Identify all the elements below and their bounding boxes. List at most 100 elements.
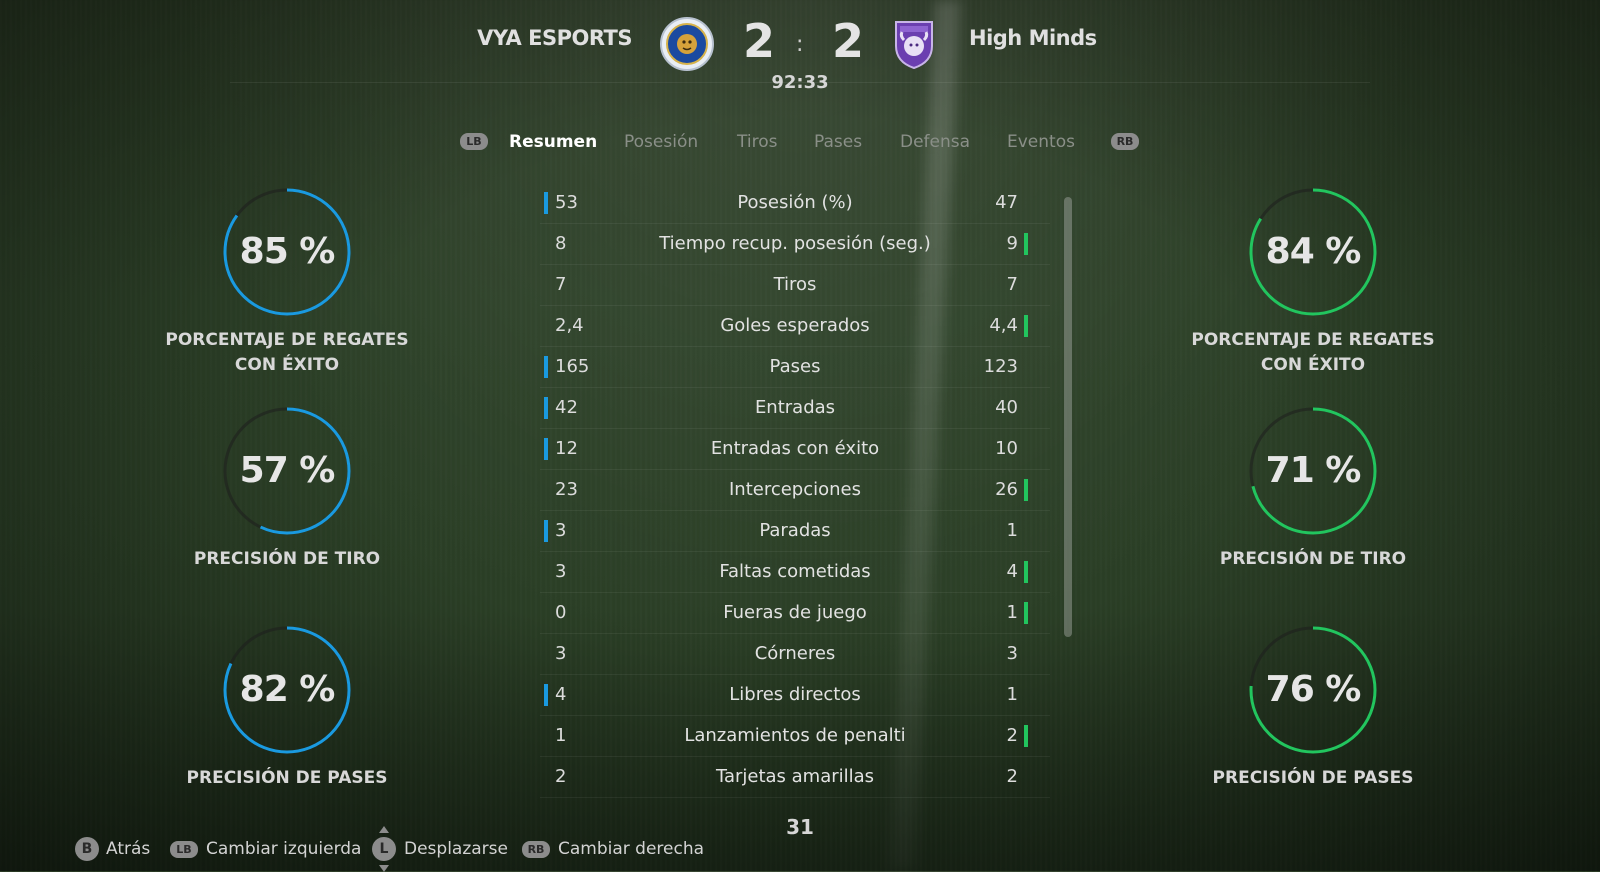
left-stick-icon: L <box>372 826 396 872</box>
gauge-label: PORCENTAJE DE REGATES CON ÉXITO <box>1191 330 1435 375</box>
scroll-label: Desplazarse <box>404 839 508 859</box>
stat-label: Tiempo recup. posesión (seg.) <box>659 233 931 254</box>
away-leader-bar <box>1024 561 1028 583</box>
stat-label: Tiros <box>773 274 817 295</box>
stats-table[interactable]: 53 Posesión (%) 47 8 Tiempo recup. posesión … <box>540 183 1055 803</box>
away-leader-bar <box>1024 725 1028 747</box>
stat-row: 12 Entradas con éxito 10 <box>540 429 1050 470</box>
tab-eventos[interactable]: Eventos <box>1007 132 1075 152</box>
away-stat-value: 4 <box>1006 561 1018 582</box>
away-leader-bar <box>1024 479 1028 501</box>
away-stat-value: 26 <box>995 479 1018 500</box>
away-leader-bar <box>1024 233 1028 255</box>
home-leader-bar <box>544 684 548 706</box>
home-leader-bar <box>544 397 548 419</box>
home-leader-bar <box>544 438 548 460</box>
home-leader-bar <box>544 356 548 378</box>
stat-label: Entradas con éxito <box>710 438 880 459</box>
away-stat-value: 7 <box>1006 274 1018 295</box>
stat-label: Libres directos <box>729 684 861 705</box>
home-stat-value: 42 <box>555 397 578 418</box>
stat-label: Goles esperados <box>720 315 870 336</box>
switch-left-label: Cambiar izquierda <box>206 839 362 859</box>
tab-tiros[interactable]: Tiros <box>737 132 777 152</box>
home-stat-value: 8 <box>555 233 567 254</box>
progress-ring: 76 % <box>1247 624 1379 756</box>
stat-row: 1 Lanzamientos de penalti 2 <box>540 716 1050 757</box>
away-stat-value: 47 <box>995 192 1018 213</box>
gauge-value: 85 % <box>239 231 336 272</box>
stats-scrollbar[interactable] <box>1064 197 1072 637</box>
stat-row: 2,4 Goles esperados 4,4 <box>540 306 1050 347</box>
gauge-value: 84 % <box>1265 231 1362 272</box>
home-stat-value: 2 <box>555 766 567 787</box>
home-stat-value: 12 <box>555 438 578 459</box>
away-score: 2 <box>832 14 865 68</box>
stat-row: 0 Fueras de juego 1 <box>540 593 1050 634</box>
away-stat-value: 1 <box>1006 602 1018 623</box>
stat-row: 3 Faltas cometidas 4 <box>540 552 1050 593</box>
home-stat-value: 3 <box>555 643 567 664</box>
away-stat-value: 10 <box>995 438 1018 459</box>
tab-resumen[interactable]: Resumen <box>509 132 597 152</box>
away-team-name: High Minds <box>969 26 1097 50</box>
stat-label: Lanzamientos de penalti <box>684 725 906 746</box>
gauge-label: PRECISIÓN DE TIRO <box>1219 549 1407 569</box>
back-button[interactable]: B Atrás <box>75 836 150 862</box>
stat-label: Pases <box>769 356 821 377</box>
home-stat-value: 3 <box>555 561 567 582</box>
home-stat-value: 2,4 <box>555 315 584 336</box>
tab-pases[interactable]: Pases <box>814 132 862 152</box>
controls-footer: B Atrás LB Cambiar izquierda L Desplazar… <box>0 826 760 872</box>
stat-row: 23 Intercepciones 26 <box>540 470 1050 511</box>
scroll-button[interactable]: L Desplazarse <box>372 826 508 872</box>
score-separator: : <box>796 32 804 57</box>
away-stat-value: 40 <box>995 397 1018 418</box>
away-leader-bar <box>1024 602 1028 624</box>
tab-defensa[interactable]: Defensa <box>900 132 970 152</box>
home-stat-value: 4 <box>555 684 567 705</box>
home-stat-value: 165 <box>555 356 590 377</box>
page-number: 31 <box>786 815 814 839</box>
progress-ring: 84 % <box>1247 186 1379 318</box>
gauge-label: PRECISIÓN DE PASES <box>186 768 388 788</box>
stat-label: Córneres <box>754 643 836 664</box>
switch-right-button[interactable]: RB Cambiar derecha <box>522 836 704 862</box>
home-stat-value: 53 <box>555 192 578 213</box>
rb-bumper-icon[interactable]: RB <box>1111 133 1139 150</box>
gauge-value: 71 % <box>1265 450 1362 491</box>
away-stat-value: 9 <box>1006 233 1018 254</box>
progress-ring: 57 % <box>221 405 353 537</box>
stat-label: Paradas <box>759 520 831 541</box>
home-team-name: VYA ESPORTS <box>477 26 632 50</box>
home-stat-value: 7 <box>555 274 567 295</box>
stat-label: Faltas cometidas <box>719 561 871 582</box>
away-stat-value: 1 <box>1006 520 1018 541</box>
lion-crest-icon <box>659 16 715 72</box>
away-dribble-gauge: 84 % PORCENTAJE DE REGATES CON ÉXITO <box>1148 186 1478 378</box>
away-stat-value: 3 <box>1006 643 1018 664</box>
gauge-label: PRECISIÓN DE TIRO <box>193 549 381 569</box>
progress-ring: 82 % <box>221 624 353 756</box>
stat-row: 3 Paradas 1 <box>540 511 1050 552</box>
switch-left-button[interactable]: LB Cambiar izquierda <box>170 836 361 862</box>
away-stat-value: 2 <box>1006 725 1018 746</box>
home-dribble-gauge: 85 % PORCENTAJE DE REGATES CON ÉXITO <box>122 186 452 378</box>
stat-row: 53 Posesión (%) 47 <box>540 183 1050 224</box>
lb-bumper-icon[interactable]: LB <box>460 133 488 150</box>
stat-row: 165 Pases 123 <box>540 347 1050 388</box>
stats-tabs: LB Resumen Posesión Tiros Pases Defensa … <box>0 130 1600 160</box>
away-stat-value: 123 <box>983 356 1018 377</box>
header-divider <box>230 82 1370 83</box>
away-leader-bar <box>1024 315 1028 337</box>
arrow-up-icon <box>379 826 389 833</box>
stat-row: 42 Entradas 40 <box>540 388 1050 429</box>
stat-row: 2 Tarjetas amarillas 2 <box>540 757 1050 798</box>
gauge-value: 76 % <box>1265 669 1362 710</box>
b-button-icon: B <box>75 837 99 861</box>
stat-label: Posesión (%) <box>737 192 853 213</box>
gauge-label: PORCENTAJE DE REGATES CON ÉXITO <box>165 330 409 375</box>
stat-label: Fueras de juego <box>723 602 867 623</box>
tab-posesion[interactable]: Posesión <box>624 132 698 152</box>
away-pass-accuracy-gauge: 76 % PRECISIÓN DE PASES <box>1148 624 1478 791</box>
